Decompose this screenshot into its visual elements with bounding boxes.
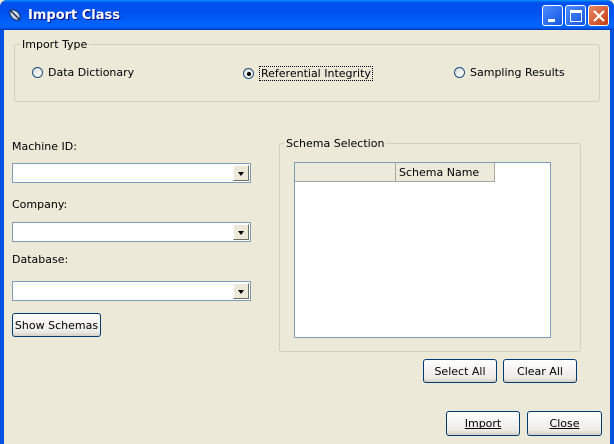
radio-data-dictionary[interactable]: Data Dictionary: [32, 66, 134, 79]
company-label: Company:: [12, 198, 68, 211]
chevron-down-icon[interactable]: [233, 283, 249, 299]
clear-all-button[interactable]: Clear All: [503, 359, 577, 383]
machine-id-label: Machine ID:: [12, 140, 77, 153]
company-combo[interactable]: [12, 222, 251, 242]
schema-selection-label: Schema Selection: [284, 137, 387, 150]
import-class-window: Import Class Import Type Data Dictionary…: [0, 0, 614, 444]
database-combo[interactable]: [12, 281, 251, 301]
radio-circle[interactable]: [32, 67, 43, 78]
machine-id-combo[interactable]: [12, 163, 251, 183]
import-button[interactable]: Import: [446, 411, 520, 436]
radio-circle-selected[interactable]: [243, 68, 254, 79]
radio-referential-integrity[interactable]: Referential Integrity: [243, 66, 373, 81]
close-icon: [593, 10, 605, 22]
schema-list-header: Schema Name: [295, 163, 495, 182]
minimize-icon: [548, 19, 555, 22]
radio-sampling-results[interactable]: Sampling Results: [454, 66, 565, 79]
radio-label: Referential Integrity: [259, 66, 373, 81]
minimize-button[interactable]: [542, 5, 563, 26]
maximize-icon: [570, 10, 582, 22]
chevron-down-icon[interactable]: [233, 224, 249, 240]
show-schemas-button[interactable]: Show Schemas: [12, 313, 101, 337]
import-type-label: Import Type: [20, 38, 90, 51]
radio-label: Data Dictionary: [48, 66, 135, 79]
close-button[interactable]: Close: [527, 411, 602, 436]
chevron-down-icon[interactable]: [233, 165, 249, 181]
column-header-schema-name[interactable]: Schema Name: [396, 163, 495, 182]
radio-circle[interactable]: [454, 67, 465, 78]
window-frame-right: [610, 30, 614, 444]
import-button-label: Import: [464, 417, 502, 430]
app-icon: [9, 9, 21, 21]
maximize-button[interactable]: [565, 5, 586, 26]
title-bar[interactable]: Import Class: [0, 0, 614, 30]
schema-list[interactable]: Schema Name: [294, 162, 551, 338]
close-button-label: Close: [549, 417, 580, 430]
window-title: Import Class: [28, 8, 121, 23]
radio-label: Sampling Results: [470, 66, 565, 79]
database-label: Database:: [12, 253, 69, 266]
select-all-button[interactable]: Select All: [423, 359, 497, 383]
close-window-button[interactable]: [588, 5, 609, 26]
column-header-blank[interactable]: [295, 163, 396, 182]
